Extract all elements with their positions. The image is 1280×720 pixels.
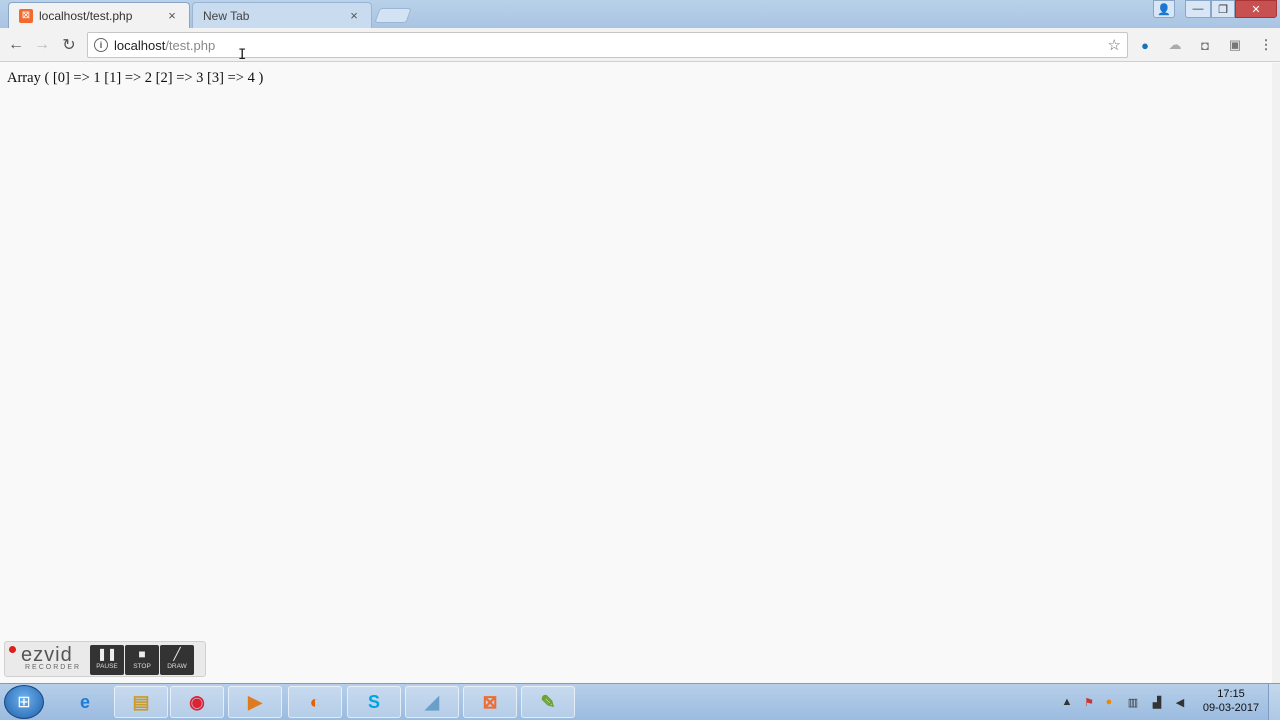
notepad-icon[interactable]: ✎: [521, 686, 575, 718]
show-hidden-icons-icon[interactable]: ▲: [1059, 693, 1075, 711]
page-content: Array ( [0] => 1 [1] => 2 [2] => 3 [3] =…: [0, 63, 1272, 683]
internet-explorer-icon[interactable]: e: [58, 686, 112, 718]
extension-box-icon[interactable]: ▣: [1226, 36, 1244, 54]
extension-globe-icon[interactable]: ●: [1136, 36, 1154, 54]
php-output: Array ( [0] => 1 [1] => 2 [2] => 3 [3] =…: [7, 70, 264, 86]
record-indicator-icon: [9, 646, 16, 653]
app-tray-icon[interactable]: ●: [1101, 693, 1117, 711]
ezvid-logo: ezvid: [21, 644, 73, 666]
ezvid-subtitle: RECORDER: [25, 664, 82, 671]
clock-time: 17:15: [1217, 688, 1245, 700]
pause-label: PAUSE: [96, 663, 118, 670]
ezvid-recorder-widget: ezvid RECORDER ❚❚ PAUSE ■ STOP ╱ DRAW: [4, 641, 206, 677]
draw-label: DRAW: [167, 663, 187, 670]
firefox-icon[interactable]: ◐: [288, 686, 342, 718]
volume-icon[interactable]: ◀: [1172, 693, 1188, 711]
chrome-icon[interactable]: ◉: [170, 686, 224, 718]
tab-label: localhost/test.php: [39, 8, 133, 23]
system-clock[interactable]: 17:15 09-03-2017: [1196, 687, 1266, 715]
tool-icon[interactable]: ◢: [405, 686, 459, 718]
maximize-button[interactable]: ❐: [1211, 0, 1235, 18]
file-explorer-icon[interactable]: ▤: [114, 686, 168, 718]
usb-icon[interactable]: ▥: [1125, 693, 1141, 711]
extension-cloud-icon[interactable]: ☁: [1166, 36, 1184, 54]
text-cursor-icon: I: [238, 47, 247, 63]
user-icon[interactable]: 👤: [1153, 0, 1175, 18]
skype-icon[interactable]: S: [347, 686, 401, 718]
pause-button[interactable]: ❚❚ PAUSE: [90, 645, 124, 675]
pause-icon: ❚❚: [96, 647, 118, 661]
close-icon[interactable]: ×: [347, 8, 361, 23]
tab-label: New Tab: [203, 8, 250, 23]
stop-icon: ■: [138, 647, 146, 661]
draw-button[interactable]: ╱ DRAW: [160, 645, 194, 675]
new-tab-button[interactable]: [374, 8, 412, 23]
draw-icon: ╱: [173, 647, 181, 661]
forward-button[interactable]: →: [30, 33, 54, 57]
xampp-icon: ⊠: [19, 8, 33, 23]
address-host: localhost: [114, 37, 166, 53]
close-window-button[interactable]: ✕: [1235, 0, 1277, 18]
camera-icon[interactable]: ◘: [1196, 36, 1214, 54]
network-icon[interactable]: ▟: [1149, 693, 1165, 711]
reload-button[interactable]: ↻: [57, 33, 81, 57]
tab-strip: ⊠ localhost/test.php × New Tab × 👤 — ❐ ✕: [0, 0, 1280, 28]
scrollbar[interactable]: [1272, 63, 1280, 683]
stop-label: STOP: [133, 663, 151, 670]
tab-localhost[interactable]: ⊠ localhost/test.php ×: [8, 2, 190, 28]
show-desktop-button[interactable]: [1268, 684, 1280, 720]
media-player-icon[interactable]: ▶: [228, 686, 282, 718]
close-icon[interactable]: ×: [165, 8, 179, 23]
menu-icon[interactable]: ⋮: [1257, 36, 1275, 54]
info-icon[interactable]: i: [94, 38, 108, 52]
xampp-icon[interactable]: ⊠: [463, 686, 517, 718]
back-button[interactable]: ←: [4, 33, 28, 57]
screen: ⊠ localhost/test.php × New Tab × 👤 — ❐ ✕…: [0, 0, 1280, 720]
action-center-icon[interactable]: ⚑: [1081, 693, 1097, 711]
bookmark-star-icon[interactable]: ☆: [1108, 36, 1121, 54]
start-button[interactable]: ⊞: [4, 685, 44, 719]
browser-toolbar: ← → ↻ i localhost/test.php ☆ ● ☁ ◘ ▣ ⋮: [0, 28, 1280, 62]
minimize-button[interactable]: —: [1185, 0, 1211, 18]
stop-button[interactable]: ■ STOP: [125, 645, 159, 675]
tab-new-tab[interactable]: New Tab ×: [192, 2, 372, 28]
address-path: /test.php: [165, 37, 216, 53]
clock-date: 09-03-2017: [1202, 702, 1260, 714]
